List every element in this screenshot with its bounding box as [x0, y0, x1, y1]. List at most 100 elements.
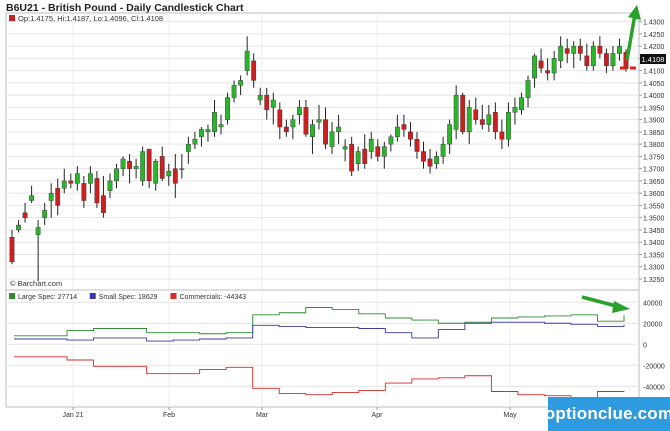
candle-down-body — [538, 60, 544, 69]
candle-up-body — [290, 119, 296, 128]
candle-up-body — [140, 151, 146, 182]
cot-tick-label: -40000 — [643, 384, 665, 391]
x-tick-label: May — [503, 412, 517, 419]
price-tick-label: 1.3750 — [643, 154, 665, 161]
candle-up-body — [225, 97, 230, 120]
price-tick-label: 1.4200 — [643, 44, 665, 51]
price-tick-label: 1.3900 — [643, 118, 665, 125]
candle-down-body — [427, 158, 433, 167]
candle-up-body — [185, 143, 191, 152]
candle-up-body — [329, 131, 335, 147]
candle-up-body — [368, 139, 374, 152]
cot-legend: Large Spec: 27714 Small Spec: 18629 Commer… — [9, 293, 246, 301]
cot-legend-swatch — [170, 293, 177, 299]
cot-legend-label: Large Spec: 27714 — [18, 294, 77, 301]
price-tick-label: 1.3450 — [643, 228, 665, 235]
candle-up-body — [388, 136, 394, 145]
candle-up-body — [394, 126, 400, 137]
candle — [225, 92, 230, 125]
candle-down-body — [597, 45, 603, 54]
candle-down-body — [81, 183, 87, 201]
candle-down-body — [94, 178, 100, 204]
candle-down-body — [401, 124, 407, 130]
candle-up-body — [506, 112, 511, 140]
ohlc-legend-swatch — [9, 15, 15, 21]
candle-up-body — [74, 173, 80, 184]
x-tick-label: Mar — [256, 412, 269, 419]
candle-up-body — [29, 195, 34, 201]
candle — [460, 92, 466, 135]
candle-up-body — [571, 45, 577, 54]
candle-up-body — [297, 107, 302, 115]
price-tick-label: 1.4300 — [643, 20, 665, 27]
candle-down-body — [349, 143, 355, 172]
candle-up-body — [342, 146, 348, 150]
candle-down-body — [604, 53, 609, 66]
candle-up-body — [179, 168, 185, 170]
candle-down-body — [277, 109, 283, 128]
candle-up-body — [35, 227, 41, 236]
cot-tick-label: -20000 — [643, 363, 665, 370]
candle-up-body — [244, 50, 250, 71]
candle-down-body — [584, 55, 590, 66]
candle-up-body — [336, 126, 341, 133]
candle-up-body — [114, 168, 119, 182]
x-tick-label: Feb — [163, 412, 175, 419]
candle-up-body — [87, 173, 93, 184]
candle-down-body — [473, 109, 479, 120]
candle-up-body — [310, 124, 315, 137]
cot-tick-label: 0 — [643, 342, 647, 349]
candle-up-body — [153, 161, 159, 184]
candle-up-body — [316, 119, 322, 123]
cot-y-axis: 40000 20000 0 -20000 -40000 — [643, 300, 665, 391]
price-tick-label: 1.3850 — [643, 130, 665, 137]
candle-up-body — [16, 224, 21, 231]
candle-down-body — [264, 94, 270, 111]
candle-down-body — [159, 156, 165, 179]
candle-up-body — [519, 97, 524, 111]
candle-up-body — [231, 85, 237, 98]
candle-up-body — [447, 124, 453, 145]
cot-legend-swatch — [9, 293, 15, 299]
x-axis: Jan 21 Feb Mar Apr May — [62, 407, 517, 419]
price-tick-label: 1.3300 — [643, 265, 665, 272]
candle-up-body — [617, 45, 622, 54]
candle-down-body — [414, 139, 420, 152]
candle-down-body — [303, 107, 309, 135]
chart-canvas[interactable]: 1.43001.42501.42001.41501.41001.40501.40… — [0, 0, 670, 431]
price-tick-label: 1.3600 — [643, 191, 665, 198]
x-tick-label: Apr — [372, 412, 384, 419]
cot-legend-label: Commercials: -44343 — [180, 294, 247, 301]
cot-tick-label: 40000 — [643, 300, 663, 307]
price-tick-label: 1.3550 — [643, 203, 665, 210]
candle-up-body — [192, 139, 198, 145]
candle — [140, 146, 146, 186]
candle-down-body — [101, 195, 106, 213]
candle-down-body — [564, 48, 570, 54]
candle-up-body — [166, 170, 172, 177]
candle-up-body — [486, 114, 492, 125]
candle-down-body — [375, 146, 381, 157]
candle-down-body — [146, 148, 152, 182]
x-tick-label: Jan 21 — [62, 412, 83, 419]
candle-up-body — [238, 80, 244, 86]
source-label: © Barchart.com — [10, 279, 62, 288]
candle-up-body — [466, 107, 472, 133]
price-tick-label: 1.3400 — [643, 240, 665, 247]
last-price-label: 1.4108 — [642, 55, 665, 64]
price-plot-area — [5, 12, 640, 291]
candle-down-body — [492, 112, 498, 133]
candle-down-body — [22, 212, 28, 218]
candle-up-body — [212, 112, 217, 133]
candle-up-body — [434, 156, 439, 164]
candle-down-body — [499, 131, 505, 140]
candle-up-body — [107, 180, 113, 191]
price-tick-label: 1.3800 — [643, 142, 665, 149]
price-tick-label: 1.3650 — [643, 179, 665, 186]
candle-down-body — [251, 60, 257, 81]
price-tick-label: 1.3950 — [643, 105, 665, 112]
candle-up-body — [42, 210, 48, 218]
candle-down-body — [55, 188, 61, 206]
price-tick-label: 1.4000 — [643, 93, 665, 100]
ohlc-legend: Op:1.4175, Hi:1.4187, Lo:1.4096, Cl:1.41… — [18, 14, 163, 23]
